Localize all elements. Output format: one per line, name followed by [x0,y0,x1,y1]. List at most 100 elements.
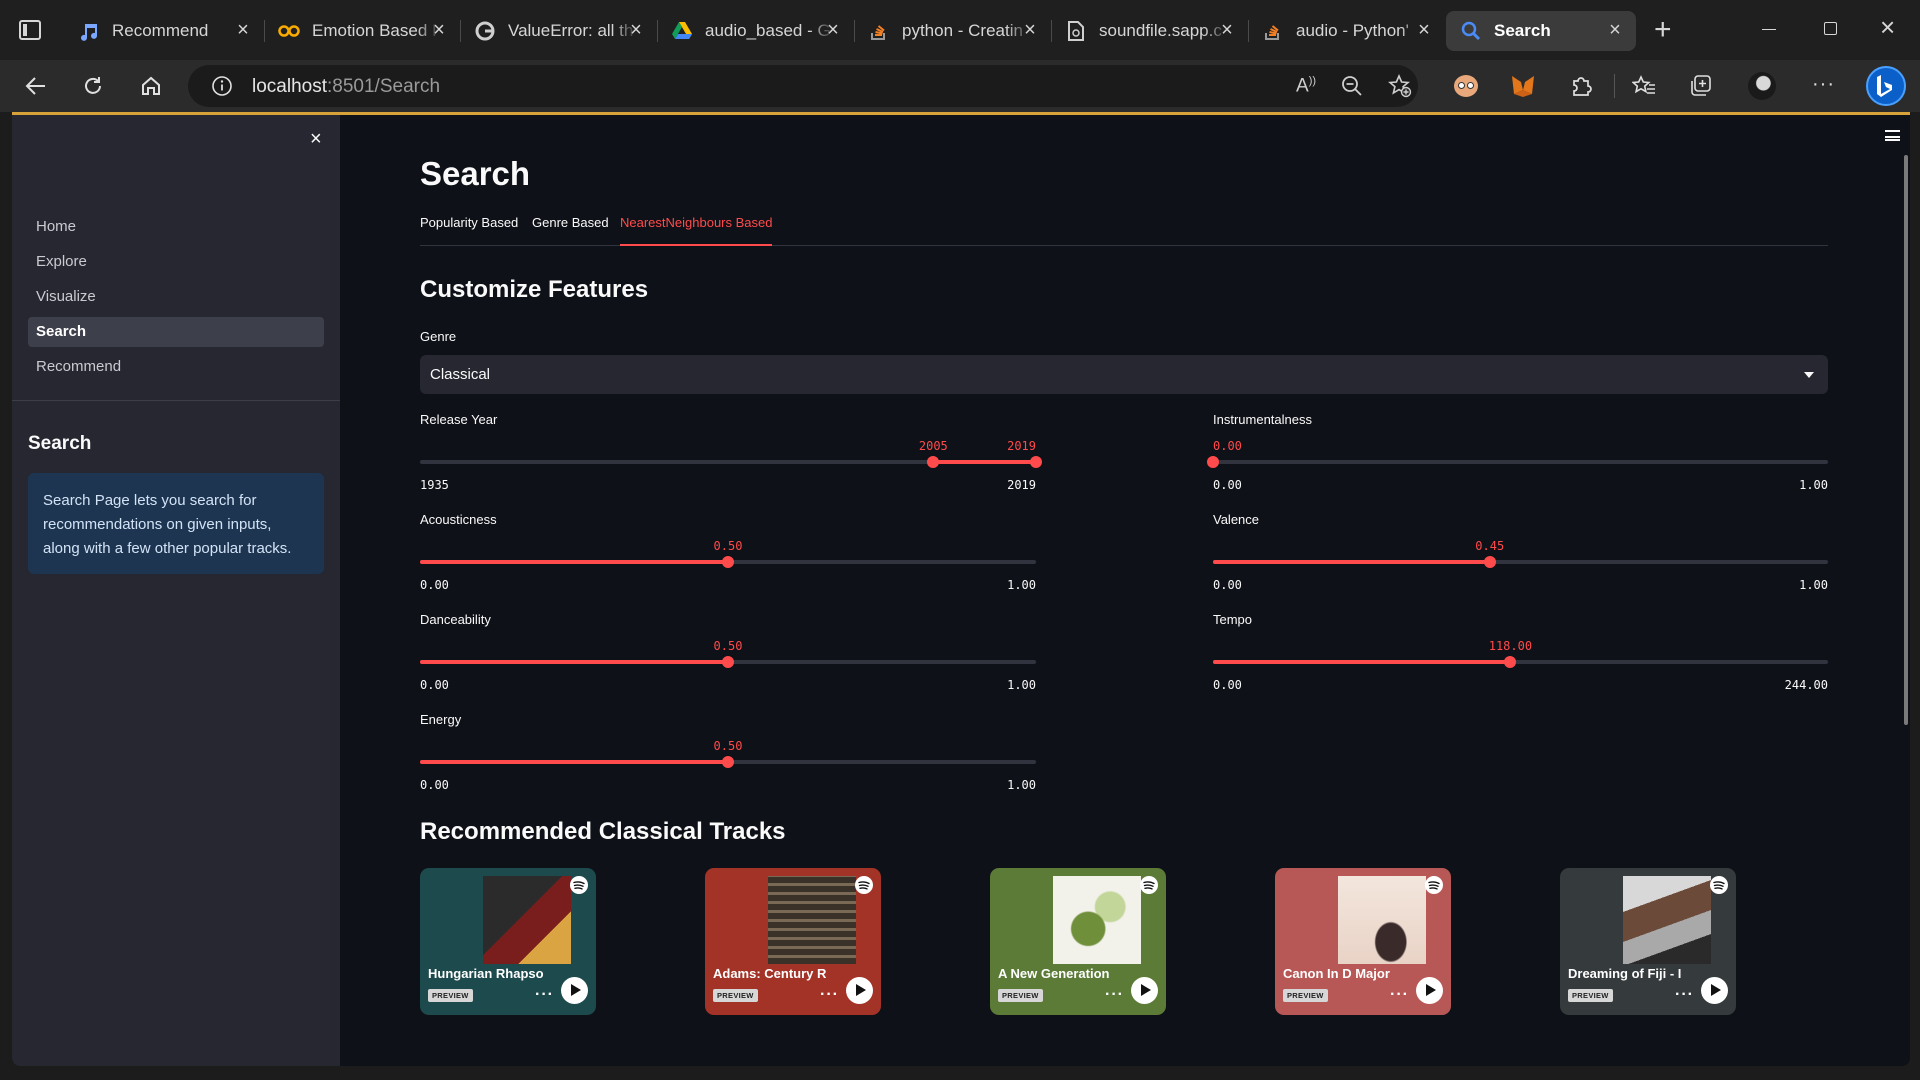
tab-label: Emotion Based I [312,21,437,40]
profile-avatar[interactable] [1748,72,1776,100]
play-icon[interactable] [1701,977,1728,1004]
play-icon[interactable] [561,977,588,1004]
tab-genre-based[interactable]: Genre Based [532,215,609,246]
bing-chat-icon[interactable] [1866,66,1906,106]
close-icon[interactable]: × [1415,20,1433,40]
site-info-icon[interactable] [211,75,233,97]
slider-min: 1935 [420,478,449,492]
sidebar-close-icon[interactable]: × [310,129,322,149]
tab-nearestneighbours-based[interactable]: NearestNeighbours Based [620,215,773,246]
slider-thumb[interactable] [1483,556,1496,568]
slider-thumb-high[interactable] [1030,456,1042,468]
restore-icon[interactable] [1824,22,1837,35]
read-aloud-icon[interactable]: A)) [1296,75,1316,97]
sidebar-info-box: Search Page lets you search for recommen… [28,473,324,574]
slider-max: 1.00 [1007,678,1036,692]
track-card[interactable]: Hungarian Rhapso PREVIEW ··· [420,868,596,1015]
close-icon[interactable]: × [1218,20,1236,40]
extensions-icon[interactable] [1570,75,1592,97]
track-card[interactable]: Dreaming of Fiji - I PREVIEW ··· [1560,868,1736,1015]
zoom-out-icon[interactable] [1341,75,1363,97]
slider-thumb[interactable] [1504,656,1517,668]
slider-value: 0.50 [713,639,743,653]
window-close-icon[interactable]: × [1880,14,1895,40]
more-options-icon[interactable]: ··· [820,986,839,1004]
url-text[interactable]: localhost:8501/Search [252,76,440,98]
track-title: A New Generation [998,966,1110,981]
track-title: Dreaming of Fiji - I [1568,966,1682,981]
close-icon[interactable]: × [824,20,842,40]
browser-tab-soundfile[interactable]: soundfile.sapp.c × [1051,11,1248,51]
play-icon[interactable] [846,977,873,1004]
track-title: Hungarian Rhapso [428,966,544,981]
play-icon[interactable] [1131,977,1158,1004]
more-options-icon[interactable]: ··· [1675,986,1694,1004]
tab-popularity-based[interactable]: Popularity Based [420,215,518,246]
address-bar: localhost:8501/Search A)) ··· [0,60,1920,112]
back-arrow-icon [25,77,45,95]
extension-eyes-icon[interactable] [1454,75,1478,97]
track-card[interactable]: A New Generation PREVIEW ··· [990,868,1166,1015]
url-host: localhost [252,76,327,97]
tab-actions-icon[interactable] [19,20,41,40]
sidebar-item-recommend[interactable]: Recommend [28,352,324,382]
close-icon[interactable]: × [1021,20,1039,40]
metamask-icon[interactable] [1510,74,1536,98]
new-tab-icon[interactable]: + [1654,15,1672,45]
sidebar-heading: Search [28,433,92,454]
more-options-icon[interactable]: ··· [1105,986,1124,1004]
sidebar-item-home[interactable]: Home [28,212,324,242]
slider-thumb[interactable] [722,556,734,568]
sidebar-item-explore[interactable]: Explore [28,247,324,277]
album-art [1623,876,1711,964]
slider-thumb-low[interactable] [927,456,940,468]
browser-tab-emotion[interactable]: Emotion Based I × [264,11,460,51]
genre-select[interactable]: Classical [420,355,1828,394]
track-card[interactable]: Adams: Century R PREVIEW ··· [705,868,881,1015]
preview-badge: PREVIEW [713,989,758,1002]
spotify-icon [855,876,873,894]
browser-tab-valueerror[interactable]: ValueError: all th × [460,11,657,51]
home-button[interactable] [133,68,169,104]
slider-thumb[interactable] [722,656,734,668]
refresh-button[interactable] [75,68,111,104]
scrollbar[interactable] [1904,155,1908,725]
slider-track[interactable] [1213,460,1828,464]
preview-badge: PREVIEW [1568,989,1613,1002]
close-icon[interactable]: × [234,20,252,40]
more-options-icon[interactable]: ··· [1812,73,1835,96]
url-path: :8501/Search [327,76,441,97]
chevron-down-icon [1804,372,1814,378]
back-button[interactable] [18,68,54,104]
play-icon[interactable] [1416,977,1443,1004]
browser-tab-audio-python[interactable]: audio - Python' × [1248,11,1445,51]
browser-tab-python-creating[interactable]: python - Creatin × [854,11,1051,51]
sidebar-item-search[interactable]: Search [28,317,324,347]
slider-max: 1.00 [1007,778,1036,792]
close-icon[interactable]: × [1606,20,1624,40]
minimize-icon[interactable] [1762,29,1776,30]
energy-slider: 0.50 0.00 1.00 [420,720,1036,800]
hamburger-menu-icon[interactable] [1885,130,1900,141]
browser-tab-search[interactable]: Search × [1446,11,1636,51]
browser-tab-audio-based[interactable]: audio_based - G × [657,11,854,51]
favorites-icon[interactable] [1632,75,1656,97]
more-options-icon[interactable]: ··· [1390,986,1409,1004]
collections-icon[interactable] [1689,74,1713,98]
slider-fill [933,460,1036,464]
sidebar-item-visualize[interactable]: Visualize [28,282,324,312]
refresh-icon [85,77,101,94]
slider-min: 0.00 [1213,578,1242,592]
browser-tab-recommend[interactable]: Recommend × [64,11,264,51]
album-art [768,876,856,964]
url-bar[interactable]: localhost:8501/Search A)) [188,65,1418,107]
slider-thumb[interactable] [1207,456,1219,468]
more-options-icon[interactable]: ··· [535,986,554,1004]
slider-thumb[interactable] [722,756,734,768]
close-icon[interactable]: × [430,20,448,40]
tracks-section-title: Recommended Classical Tracks [420,818,786,845]
close-icon[interactable]: × [627,20,645,40]
add-favorite-icon[interactable] [1388,74,1412,98]
tab-label: python - Creatin [902,21,1023,40]
track-card[interactable]: Canon In D Major PREVIEW ··· [1275,868,1451,1015]
